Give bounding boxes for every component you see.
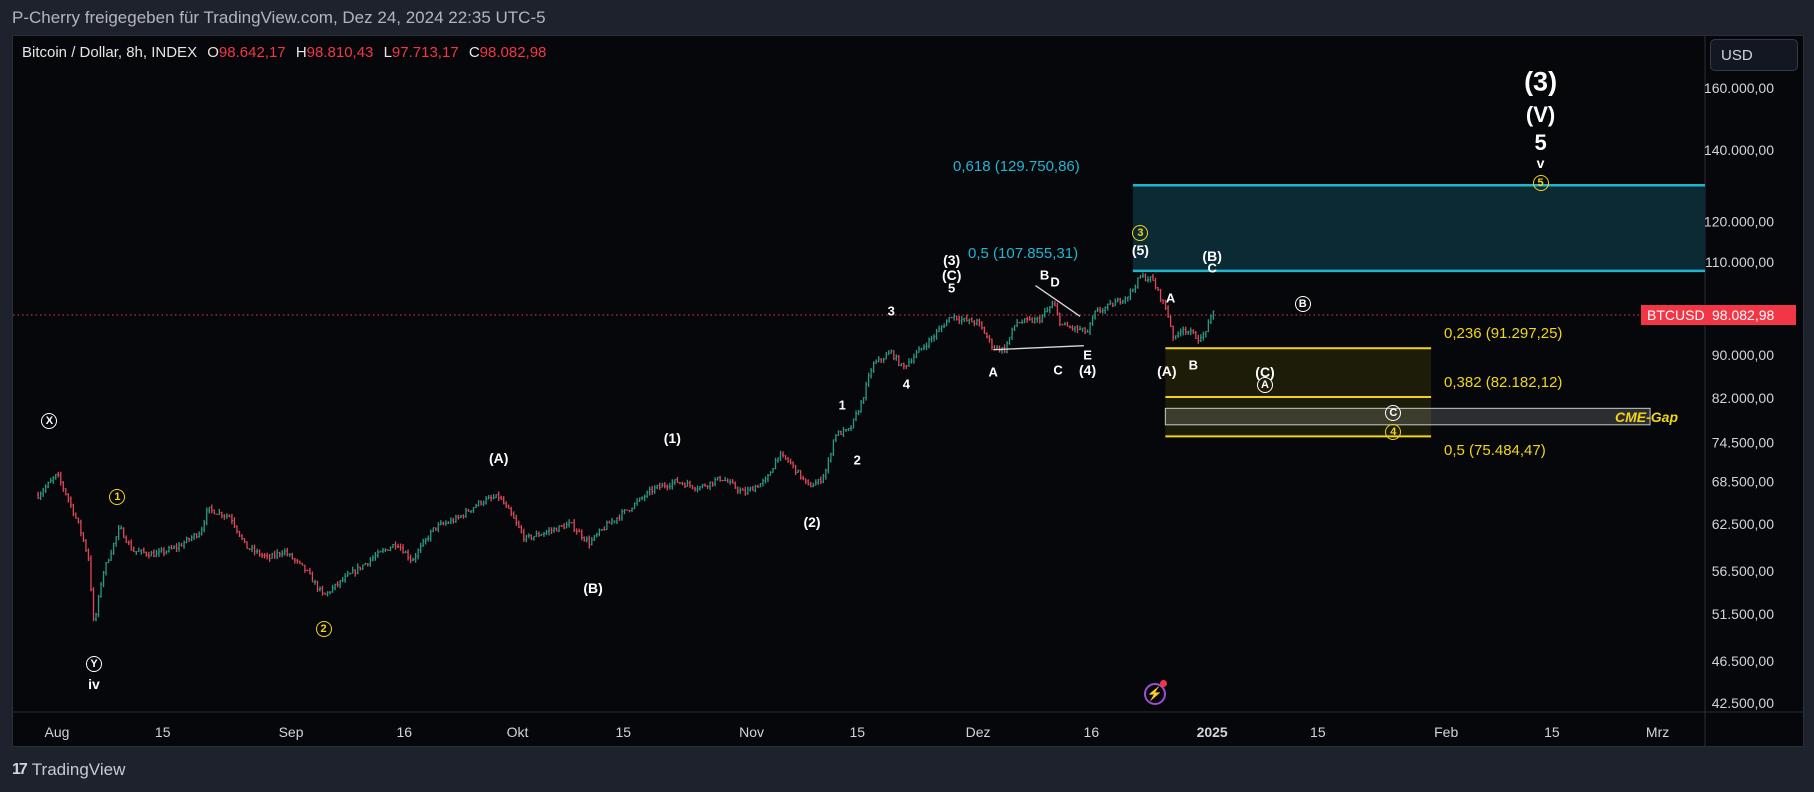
- wave-label: B: [1294, 295, 1311, 312]
- x-tick-label: 15: [850, 724, 866, 740]
- wave-label: 5: [1534, 130, 1547, 156]
- y-tick-label: 68.500,00: [1712, 473, 1774, 489]
- ohlc-high: H98.810,43: [295, 44, 374, 61]
- x-tick-label: Feb: [1434, 724, 1458, 740]
- x-tick-label: Dez: [966, 724, 991, 740]
- x-tick-label: 15: [1310, 724, 1326, 740]
- x-tick-label: Okt: [507, 724, 529, 740]
- wave-label: (4): [1079, 361, 1097, 378]
- x-tick-label: 16: [397, 724, 413, 740]
- last-price-symbol-tag: BTCUSD: [1641, 304, 1711, 325]
- wave-label: 5: [1532, 174, 1549, 191]
- wave-label: E: [1083, 347, 1092, 363]
- wave-label: B: [1039, 267, 1050, 283]
- wave-label: 4: [902, 376, 910, 392]
- wave-label: (2): [803, 513, 821, 530]
- ohlc-close: C98.082,98: [468, 44, 547, 61]
- wave-label: X: [41, 413, 58, 430]
- wave-label: 5: [948, 280, 956, 296]
- wave-label: C: [1207, 260, 1217, 276]
- x-tick-label: 2025: [1197, 724, 1228, 740]
- y-tick-label: 82.000,00: [1712, 390, 1774, 406]
- y-tick-label: 120.000,00: [1704, 213, 1774, 229]
- fib-label-lower-0: 0,236 (91.297,25): [1444, 325, 1563, 343]
- wave-label: 2: [853, 452, 861, 468]
- wave-label: A: [1165, 290, 1176, 306]
- wave-label: (3): [943, 251, 961, 268]
- y-tick-label: 160.000,00: [1704, 80, 1774, 96]
- cme-gap-label: CME-Gap: [1615, 409, 1678, 426]
- alert-notification-dot: [1160, 680, 1167, 687]
- y-tick-label: 56.500,00: [1712, 563, 1774, 579]
- ohlc-low: L97.713,17: [383, 44, 459, 61]
- wave-label: iv: [88, 675, 100, 692]
- share-attribution: P-Cherry freigegeben für TradingView.com…: [12, 8, 546, 27]
- last-price-value-tag: 98.082,98: [1706, 304, 1796, 325]
- wave-label: (A): [1157, 362, 1177, 379]
- y-tick-label: 42.500,00: [1712, 695, 1774, 711]
- fib-label-0618: 0,618 (129.750,86): [953, 158, 1080, 176]
- x-tick-label: Aug: [45, 724, 70, 740]
- wave-label: B: [1188, 357, 1198, 373]
- x-tick-label: 16: [1084, 724, 1100, 740]
- ohlc-open: O98.642,17: [207, 44, 286, 61]
- wave-label: 3: [887, 303, 895, 319]
- x-tick-label: Nov: [739, 724, 764, 740]
- wave-label: A: [1257, 376, 1273, 393]
- wave-label: 1: [109, 489, 126, 506]
- wave-label: D: [1050, 274, 1060, 290]
- wave-label: (5): [1131, 242, 1149, 259]
- fib-label-05-upper: 0,5 (107.855,31): [968, 244, 1079, 262]
- x-tick-label: 15: [155, 724, 171, 740]
- brand-name[interactable]: TradingView: [32, 760, 126, 780]
- wave-label: (B): [583, 579, 603, 596]
- tradingview-logo-icon: 17: [12, 761, 28, 778]
- wave-label: C: [1385, 404, 1402, 421]
- wave-label: 2: [315, 621, 332, 638]
- fib-label-lower-2: 0,5 (75.484,47): [1444, 442, 1546, 460]
- wave-label: 4: [1385, 424, 1402, 441]
- x-tick-label: Mrz: [1646, 724, 1669, 740]
- wave-label: (V): [1525, 101, 1556, 127]
- symbol-legend: Bitcoin / Dollar, 8h, INDEX O98.642,17 H…: [22, 44, 546, 61]
- cme-gap-box: [1164, 407, 1651, 426]
- wave-label: 3: [1132, 225, 1149, 242]
- footer: 17 TradingView: [12, 760, 125, 780]
- y-tick-label: 90.000,00: [1712, 347, 1774, 363]
- y-tick-label: 51.500,00: [1712, 606, 1774, 622]
- wave-label: (1): [663, 430, 681, 447]
- x-tick-label: 15: [615, 724, 631, 740]
- symbol-title: Bitcoin / Dollar, 8h, INDEX: [22, 44, 198, 61]
- wave-label: v: [1536, 155, 1545, 172]
- wave-label: C: [1053, 362, 1063, 377]
- fib-label-lower-1: 0,382 (82.182,12): [1444, 374, 1563, 391]
- wave-label: (A): [488, 450, 509, 467]
- y-tick-label: 140.000,00: [1704, 142, 1774, 158]
- wave-label: A: [988, 364, 998, 380]
- currency-button[interactable]: USD: [1710, 39, 1798, 71]
- wave-label: 1: [838, 397, 846, 413]
- x-tick-label: Sep: [279, 724, 304, 740]
- wave-label: Y: [85, 656, 102, 673]
- y-tick-label: 74.500,00: [1712, 435, 1774, 451]
- y-tick-label: 62.500,00: [1712, 516, 1774, 532]
- y-tick-label: 110.000,00: [1705, 254, 1774, 270]
- wave-label: (3): [1524, 66, 1558, 97]
- x-tick-label: 15: [1544, 724, 1560, 740]
- y-tick-label: 46.500,00: [1712, 653, 1774, 669]
